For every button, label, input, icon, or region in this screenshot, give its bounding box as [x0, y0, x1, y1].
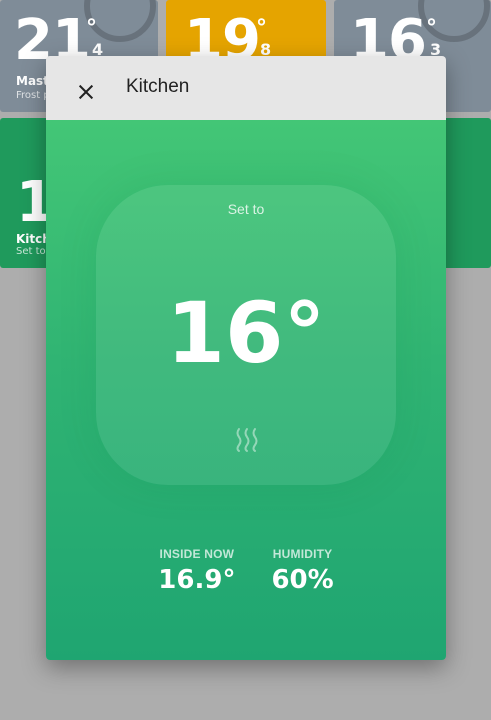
stat-value: 16.9° — [158, 565, 236, 595]
heat-waves-icon — [236, 428, 258, 452]
set-to-label: Set to — [227, 201, 265, 217]
close-icon[interactable] — [72, 78, 100, 106]
stats-row: INSIDE NOW 16.9° HUMIDITY 60% — [46, 547, 446, 595]
setpoint-value: 16° — [166, 284, 326, 382]
tile-degree: ° — [426, 16, 437, 41]
tile-status: Frost p — [16, 90, 50, 101]
tile-degree: ° — [256, 16, 267, 41]
stat-value: 60% — [271, 565, 334, 595]
inside-now-stat: INSIDE NOW 16.9° — [158, 547, 235, 595]
stat-label: INSIDE NOW — [159, 547, 235, 561]
tile-degree: ° — [86, 16, 97, 41]
dialog-title: Kitchen — [126, 76, 190, 97]
setpoint-control[interactable]: Set to 16° — [96, 185, 396, 485]
tile-status: Set to — [16, 246, 46, 257]
humidity-stat: HUMIDITY 60% — [271, 547, 333, 595]
thermostat-dialog: Kitchen Set to 16° INSIDE NOW 16.9° HUMI… — [46, 56, 446, 660]
stat-label: HUMIDITY — [272, 547, 333, 561]
dialog-body: Set to 16° INSIDE NOW 16.9° HUMIDITY 60% — [46, 120, 446, 660]
dialog-header: Kitchen — [46, 56, 446, 120]
